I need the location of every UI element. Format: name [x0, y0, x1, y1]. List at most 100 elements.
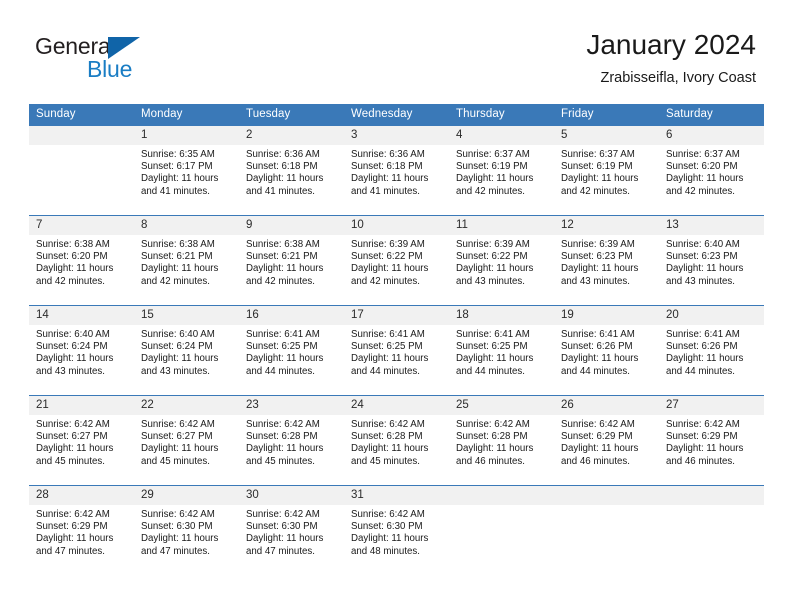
- daylight-text-line1: Daylight: 11 hours: [36, 533, 114, 545]
- day-cell[interactable]: Sunrise: 6:38 AM Sunset: 6:20 PM Dayligh…: [29, 235, 134, 305]
- daylight-text-line1: Daylight: 11 hours: [246, 173, 324, 185]
- sunrise-text: Sunrise: 6:39 AM: [351, 239, 425, 250]
- sunrise-text: Sunrise: 6:36 AM: [246, 149, 320, 160]
- day-number[interactable]: 26: [554, 396, 659, 415]
- day-cell[interactable]: Sunrise: 6:41 AM Sunset: 6:26 PM Dayligh…: [659, 325, 764, 395]
- day-number[interactable]: 2: [239, 126, 344, 145]
- day-number[interactable]: 16: [239, 306, 344, 325]
- day-number[interactable]: [659, 486, 764, 505]
- day-number[interactable]: 31: [344, 486, 449, 505]
- day-number[interactable]: 12: [554, 216, 659, 235]
- daylight-text-line2: and 42 minutes.: [666, 185, 735, 197]
- sunset-text: Sunset: 6:30 PM: [351, 521, 423, 533]
- day-cell[interactable]: Sunrise: 6:39 AM Sunset: 6:22 PM Dayligh…: [449, 235, 554, 305]
- day-cell[interactable]: Sunrise: 6:41 AM Sunset: 6:26 PM Dayligh…: [554, 325, 659, 395]
- day-number[interactable]: 10: [344, 216, 449, 235]
- generalblue-logo[interactable]: General Blue: [35, 33, 145, 83]
- day-cell[interactable]: Sunrise: 6:42 AM Sunset: 6:29 PM Dayligh…: [554, 415, 659, 485]
- day-cell[interactable]: Sunrise: 6:40 AM Sunset: 6:23 PM Dayligh…: [659, 235, 764, 305]
- day-cell[interactable]: Sunrise: 6:39 AM Sunset: 6:23 PM Dayligh…: [554, 235, 659, 305]
- day-cell[interactable]: [659, 505, 764, 575]
- sunrise-text: Sunrise: 6:38 AM: [246, 239, 320, 250]
- day-number[interactable]: 4: [449, 126, 554, 145]
- day-cell[interactable]: Sunrise: 6:42 AM Sunset: 6:30 PM Dayligh…: [134, 505, 239, 575]
- day-number[interactable]: 25: [449, 396, 554, 415]
- day-cell[interactable]: Sunrise: 6:42 AM Sunset: 6:27 PM Dayligh…: [29, 415, 134, 485]
- day-cell[interactable]: Sunrise: 6:35 AM Sunset: 6:17 PM Dayligh…: [134, 145, 239, 215]
- day-cell[interactable]: Sunrise: 6:39 AM Sunset: 6:22 PM Dayligh…: [344, 235, 449, 305]
- day-number[interactable]: 28: [29, 486, 134, 505]
- day-number[interactable]: 22: [134, 396, 239, 415]
- daylight-text-line1: Daylight: 11 hours: [666, 353, 744, 365]
- day-cell[interactable]: [29, 145, 134, 215]
- day-number[interactable]: 29: [134, 486, 239, 505]
- day-number[interactable]: 24: [344, 396, 449, 415]
- day-cell[interactable]: [554, 505, 659, 575]
- sunrise-text: Sunrise: 6:41 AM: [456, 329, 530, 340]
- day-cell[interactable]: Sunrise: 6:42 AM Sunset: 6:28 PM Dayligh…: [344, 415, 449, 485]
- day-number[interactable]: 3: [344, 126, 449, 145]
- day-number[interactable]: 27: [659, 396, 764, 415]
- day-cell[interactable]: [449, 505, 554, 575]
- day-cell[interactable]: Sunrise: 6:40 AM Sunset: 6:24 PM Dayligh…: [134, 325, 239, 395]
- day-cell[interactable]: Sunrise: 6:42 AM Sunset: 6:30 PM Dayligh…: [239, 505, 344, 575]
- sunset-text: Sunset: 6:25 PM: [246, 341, 318, 353]
- day-number[interactable]: 7: [29, 216, 134, 235]
- day-number[interactable]: 21: [29, 396, 134, 415]
- daylight-text-line2: and 41 minutes.: [351, 185, 420, 197]
- day-cell[interactable]: Sunrise: 6:42 AM Sunset: 6:29 PM Dayligh…: [29, 505, 134, 575]
- day-number[interactable]: 17: [344, 306, 449, 325]
- day-cell[interactable]: Sunrise: 6:38 AM Sunset: 6:21 PM Dayligh…: [134, 235, 239, 305]
- day-cell[interactable]: Sunrise: 6:42 AM Sunset: 6:30 PM Dayligh…: [344, 505, 449, 575]
- day-cell[interactable]: Sunrise: 6:38 AM Sunset: 6:21 PM Dayligh…: [239, 235, 344, 305]
- sunrise-text: Sunrise: 6:42 AM: [351, 419, 425, 430]
- day-number[interactable]: [449, 486, 554, 505]
- day-number[interactable]: 8: [134, 216, 239, 235]
- day-cell[interactable]: Sunrise: 6:42 AM Sunset: 6:28 PM Dayligh…: [449, 415, 554, 485]
- week-detail-band: Sunrise: 6:38 AM Sunset: 6:20 PM Dayligh…: [29, 235, 764, 305]
- day-number[interactable]: 9: [239, 216, 344, 235]
- day-cell[interactable]: Sunrise: 6:42 AM Sunset: 6:28 PM Dayligh…: [239, 415, 344, 485]
- day-number[interactable]: 23: [239, 396, 344, 415]
- sunrise-text: Sunrise: 6:38 AM: [36, 239, 110, 250]
- daylight-text-line1: Daylight: 11 hours: [561, 353, 639, 365]
- day-cell[interactable]: Sunrise: 6:36 AM Sunset: 6:18 PM Dayligh…: [344, 145, 449, 215]
- day-number[interactable]: 6: [659, 126, 764, 145]
- sunset-text: Sunset: 6:23 PM: [561, 251, 633, 263]
- daylight-text-line2: and 48 minutes.: [351, 545, 420, 557]
- sunrise-text: Sunrise: 6:35 AM: [141, 149, 215, 160]
- day-number[interactable]: 14: [29, 306, 134, 325]
- day-number[interactable]: 13: [659, 216, 764, 235]
- daylight-text-line1: Daylight: 11 hours: [246, 533, 324, 545]
- day-number[interactable]: [29, 126, 134, 145]
- sunrise-text: Sunrise: 6:37 AM: [456, 149, 530, 160]
- daylight-text-line1: Daylight: 11 hours: [666, 443, 744, 455]
- day-number[interactable]: [554, 486, 659, 505]
- day-cell[interactable]: Sunrise: 6:41 AM Sunset: 6:25 PM Dayligh…: [449, 325, 554, 395]
- day-number[interactable]: 5: [554, 126, 659, 145]
- daylight-text-line2: and 41 minutes.: [246, 185, 315, 197]
- day-number[interactable]: 1: [134, 126, 239, 145]
- day-cell[interactable]: Sunrise: 6:41 AM Sunset: 6:25 PM Dayligh…: [344, 325, 449, 395]
- day-cell[interactable]: Sunrise: 6:37 AM Sunset: 6:19 PM Dayligh…: [449, 145, 554, 215]
- day-cell[interactable]: Sunrise: 6:37 AM Sunset: 6:20 PM Dayligh…: [659, 145, 764, 215]
- sunrise-text: Sunrise: 6:42 AM: [36, 509, 110, 520]
- logo-text-blue: Blue: [87, 56, 133, 82]
- day-number[interactable]: 19: [554, 306, 659, 325]
- day-cell[interactable]: Sunrise: 6:42 AM Sunset: 6:27 PM Dayligh…: [134, 415, 239, 485]
- day-cell[interactable]: Sunrise: 6:40 AM Sunset: 6:24 PM Dayligh…: [29, 325, 134, 395]
- day-cell[interactable]: Sunrise: 6:42 AM Sunset: 6:29 PM Dayligh…: [659, 415, 764, 485]
- day-number[interactable]: 15: [134, 306, 239, 325]
- day-number[interactable]: 11: [449, 216, 554, 235]
- day-number[interactable]: 30: [239, 486, 344, 505]
- day-cell[interactable]: Sunrise: 6:37 AM Sunset: 6:19 PM Dayligh…: [554, 145, 659, 215]
- sunrise-text: Sunrise: 6:42 AM: [561, 419, 635, 430]
- day-number[interactable]: 18: [449, 306, 554, 325]
- daylight-text-line2: and 43 minutes.: [456, 275, 525, 287]
- sunrise-text: Sunrise: 6:40 AM: [666, 239, 740, 250]
- day-number[interactable]: 20: [659, 306, 764, 325]
- day-cell[interactable]: Sunrise: 6:41 AM Sunset: 6:25 PM Dayligh…: [239, 325, 344, 395]
- day-cell[interactable]: Sunrise: 6:36 AM Sunset: 6:18 PM Dayligh…: [239, 145, 344, 215]
- sunset-text: Sunset: 6:18 PM: [351, 161, 423, 173]
- daylight-text-line2: and 44 minutes.: [351, 365, 420, 377]
